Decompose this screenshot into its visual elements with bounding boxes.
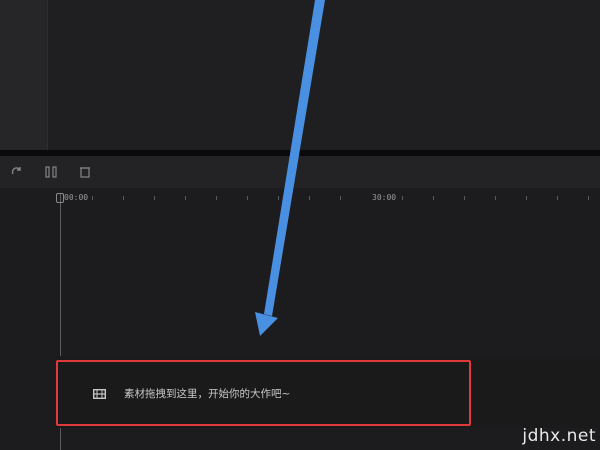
watermark-text: jdhx.net bbox=[522, 426, 596, 446]
annotation-arrow bbox=[255, 0, 325, 336]
